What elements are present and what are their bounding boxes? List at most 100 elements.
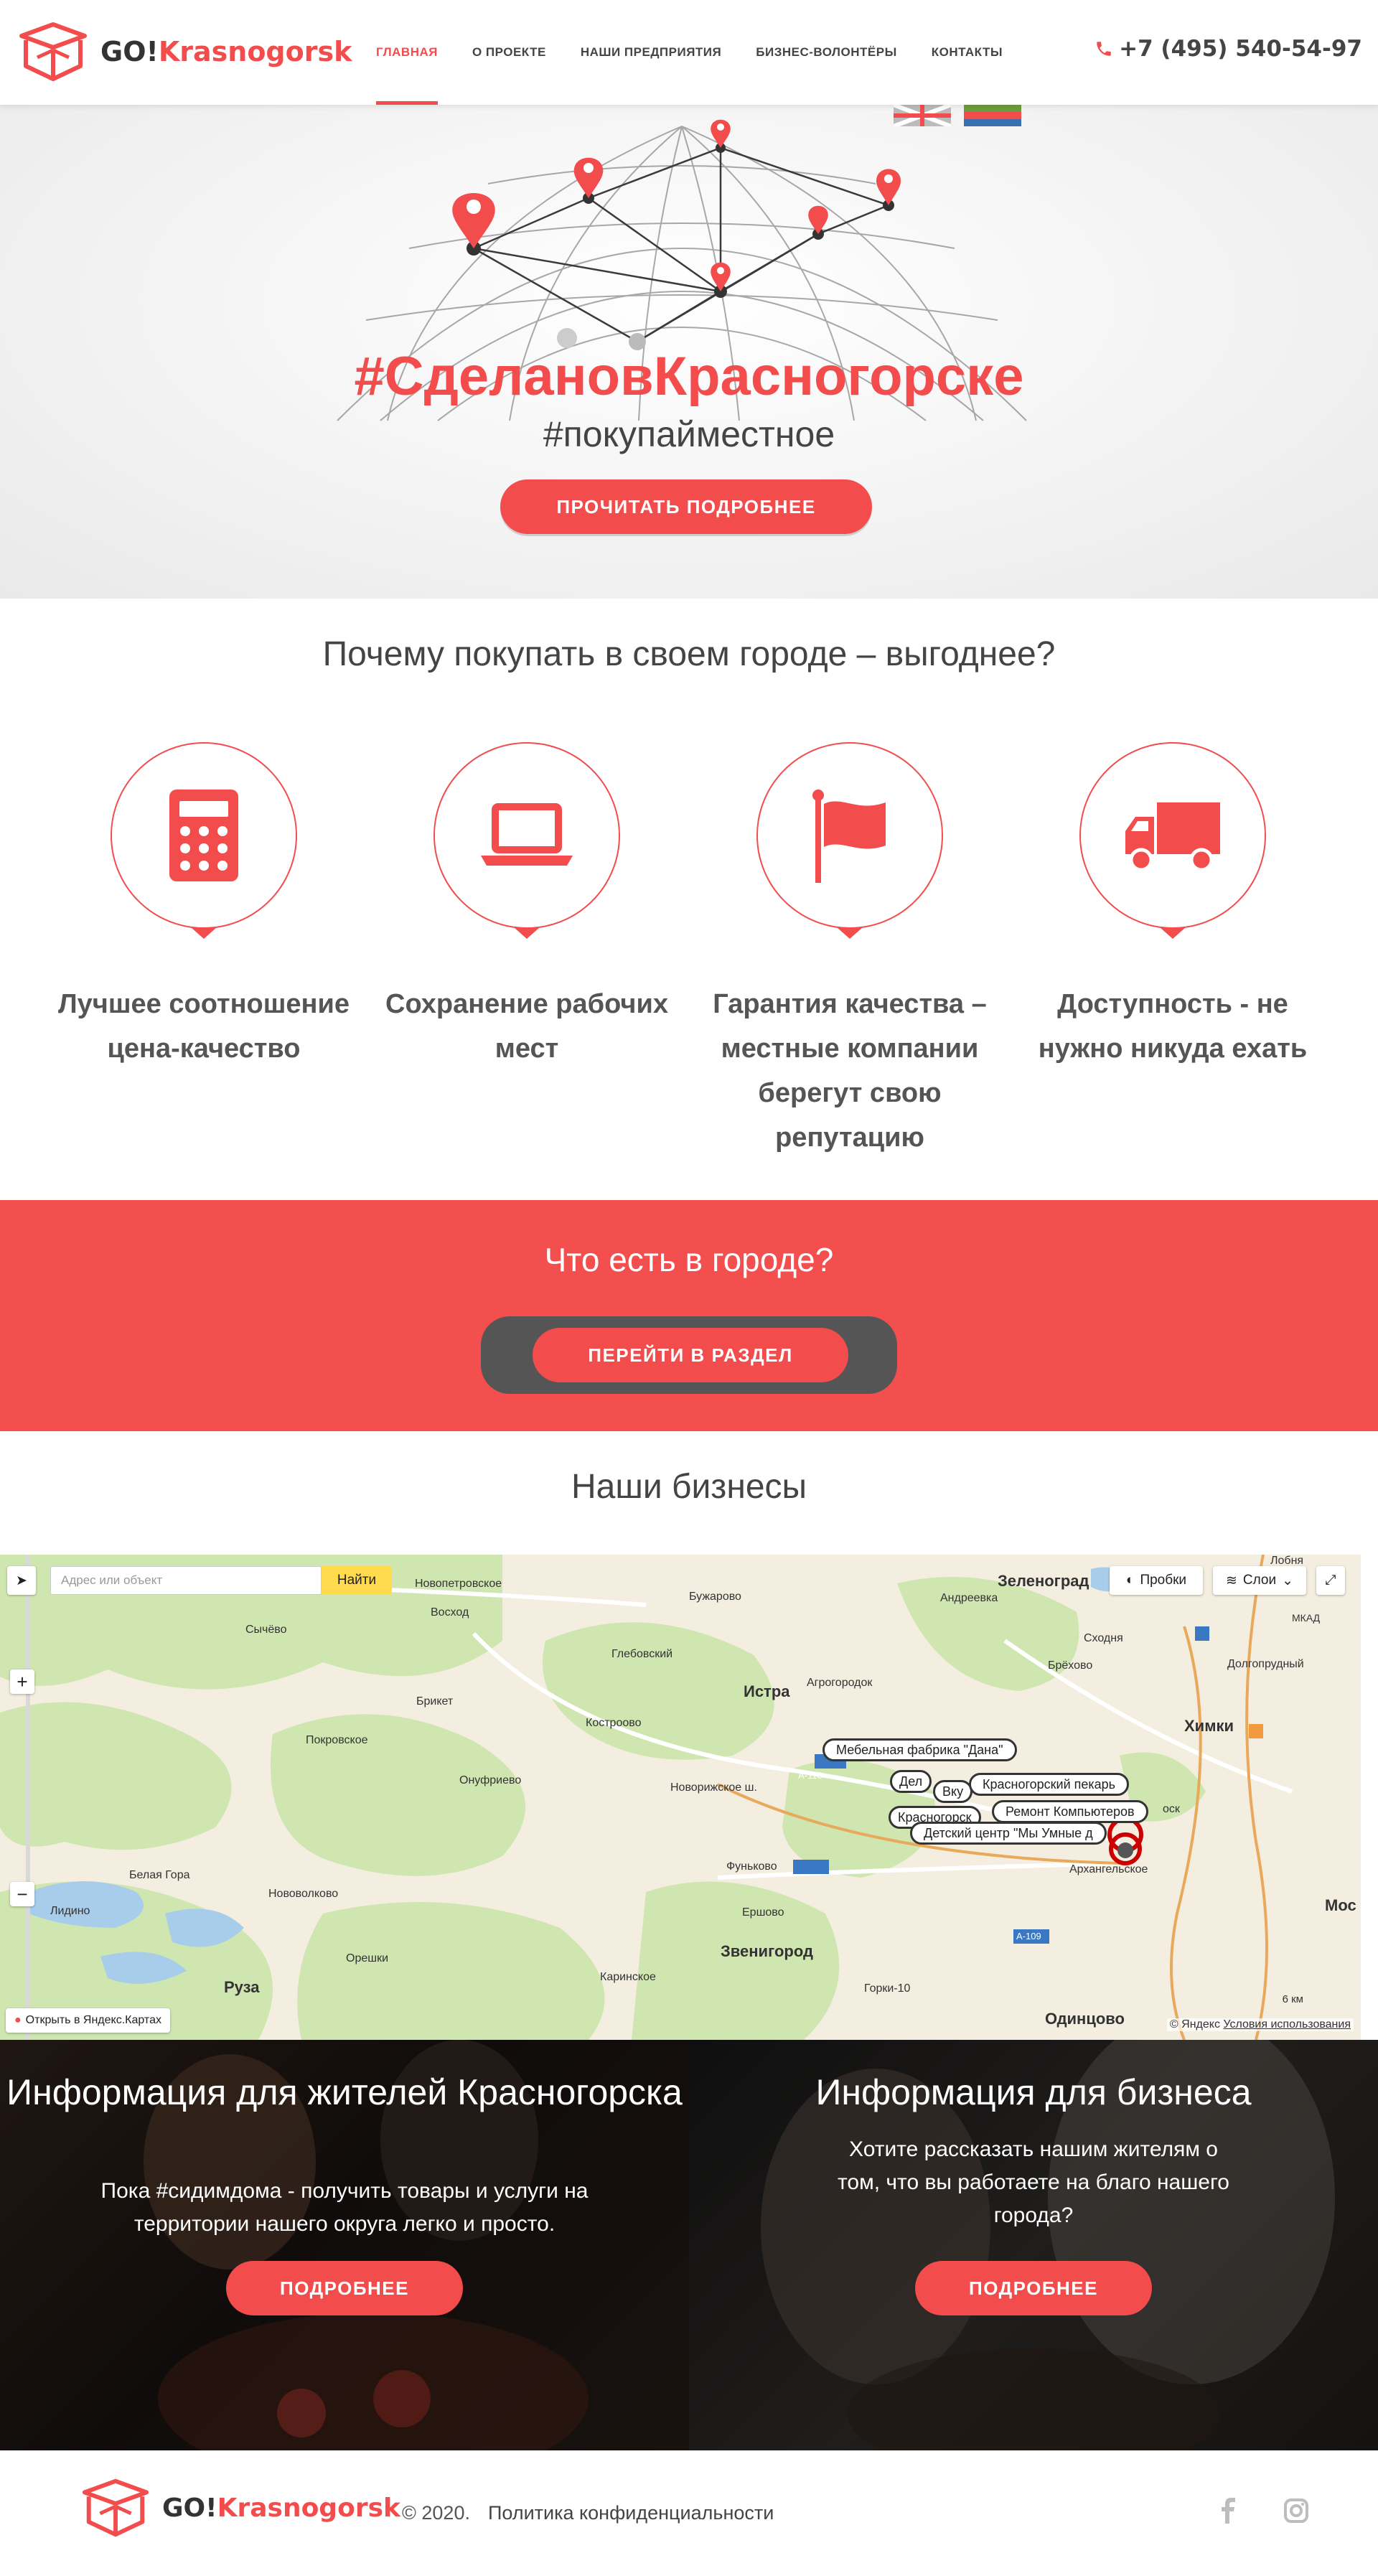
map-business-tag[interactable]: Дел <box>890 1770 932 1793</box>
map-place: оск <box>1163 1803 1180 1815</box>
map-place: Новорижское ш. <box>670 1781 757 1794</box>
map-place: Бужарово <box>689 1591 741 1603</box>
traffic-label: Пробки <box>1140 1573 1187 1588</box>
why-title: Почему покупать в своем городе – выгодне… <box>322 635 1056 673</box>
terms-link[interactable]: Условия использования <box>1223 2018 1351 2031</box>
traffic-button[interactable]: ◐ Пробки <box>1110 1566 1203 1595</box>
logo[interactable]: GO!Krasnogorsk <box>16 22 352 82</box>
business-map[interactable]: ➤ Адрес или объект Найти ◐ Пробки ≋ Слои ⌄ … <box>0 1555 1361 2040</box>
logo-city: Krasnogorsk <box>217 2493 400 2523</box>
feature-text: Гарантия качества – местные компании бер… <box>713 989 987 1153</box>
residents-panel: Информация для жителей Красногорска Пока… <box>0 2040 689 2450</box>
facebook-icon[interactable] <box>1213 2495 1245 2526</box>
footer-logo[interactable]: GO!Krasnogorsk <box>79 2478 400 2538</box>
laptop-icon <box>481 803 573 866</box>
uk-flag-icon[interactable] <box>894 105 951 126</box>
instagram-icon[interactable] <box>1280 2495 1312 2526</box>
map-find-button[interactable]: Найти <box>322 1566 392 1595</box>
site-footer: GO!Krasnogorsk © 2020. Политика конфиден… <box>0 2450 1378 2576</box>
map-search-input[interactable]: Адрес или объект <box>50 1566 322 1595</box>
map-place: Восход <box>431 1606 469 1619</box>
phone-number: +7 (495) 540-54-97 <box>1119 36 1362 62</box>
map-copyright: © Яндекс Условия использования <box>1166 2018 1354 2031</box>
locate-me-icon[interactable]: ➤ <box>7 1566 36 1595</box>
feature-price-quality: Лучшее соотношение цена-качество <box>53 742 355 1071</box>
map-place: Брикет <box>416 1695 454 1708</box>
logo-text: GO!Krasnogorsk <box>100 36 352 67</box>
truck-icon <box>1125 802 1220 872</box>
map-place: Белая Гора <box>129 1869 190 1881</box>
hero: #СделановКрасногорске #покупайместное ПР… <box>0 105 1378 599</box>
map-place: Сходня <box>1084 1632 1123 1644</box>
box-logo-icon <box>19 22 87 81</box>
copyright-text: © Яндекс <box>1169 2018 1220 2031</box>
residents-title: Информация для жителей Красногорска <box>6 2072 683 2112</box>
nav-item-home[interactable]: ГЛАВНАЯ <box>359 0 455 105</box>
privacy-policy-link[interactable]: Политика конфиденциальности <box>488 2502 774 2524</box>
map-business-tag[interactable]: Мебельная фабрика "Дана" <box>822 1738 1017 1761</box>
phone-icon <box>1097 42 1111 56</box>
logo-go: GO! <box>100 36 159 67</box>
nav-item-contacts[interactable]: КОНТАКТЫ <box>914 0 1020 105</box>
footer-copyright: © 2020. <box>402 2502 470 2524</box>
nav-item-volunteers[interactable]: БИЗНЕС-ВОЛОНТЁРЫ <box>739 0 914 105</box>
feature-circle <box>756 742 943 939</box>
fullscreen-icon[interactable]: ⤢ <box>1316 1566 1345 1595</box>
residents-text: Пока #сидимдома - получить товары и услу… <box>100 2179 589 2236</box>
logo-text: GO!Krasnogorsk <box>162 2493 400 2523</box>
map-place: Долгопрудный <box>1227 1658 1304 1670</box>
chevron-down-icon: ⌄ <box>1282 1573 1294 1588</box>
nav-item-companies[interactable]: НАШИ ПРЕДПРИЯТИЯ <box>563 0 739 105</box>
map-place: Нововолково <box>268 1888 339 1900</box>
layers-button[interactable]: ≋ Слои ⌄ <box>1213 1566 1306 1595</box>
map-place: Звенигород <box>721 1942 813 1960</box>
read-more-button[interactable]: ПРОЧИТАТЬ ПОДРОБНЕЕ <box>500 479 872 534</box>
map-business-tag[interactable]: Красногорский пекарь <box>969 1773 1130 1796</box>
map-place: Агрогородок <box>807 1677 873 1689</box>
banner-button-frame: ПЕРЕЙТИ В РАЗДЕЛ <box>481 1316 897 1394</box>
map-business-tag[interactable]: Вку <box>933 1780 973 1803</box>
map-scale: 6 км <box>1282 1993 1303 2005</box>
logo-go: GO! <box>162 2493 217 2523</box>
map-business-tag[interactable]: Ремонт Компьютеров <box>992 1800 1148 1823</box>
map-place: Зеленоград <box>998 1572 1089 1590</box>
go-to-section-button[interactable]: ПЕРЕЙТИ В РАЗДЕЛ <box>533 1328 848 1382</box>
calculator-icon <box>169 790 238 881</box>
business-title: Информация для бизнеса <box>815 2072 1252 2112</box>
russia-flag-icon[interactable] <box>964 105 1021 126</box>
zoom-in-button[interactable]: + <box>10 1669 34 1694</box>
business-more-button[interactable]: ПОДРОБНЕЕ <box>915 2261 1152 2315</box>
map-place: Истра <box>744 1682 790 1700</box>
instagram-glyph <box>1284 2498 1308 2523</box>
map-place: Лидино <box>50 1905 90 1917</box>
map-tiles <box>0 1555 1361 2040</box>
map-place: Орешки <box>346 1952 389 1964</box>
flag-icon <box>812 790 886 883</box>
open-in-yandex-maps-link[interactable]: ● Открыть в Яндекс.Картах <box>6 2008 170 2033</box>
traffic-icon: ◐ <box>1125 1573 1135 1588</box>
feature-circle <box>111 742 297 939</box>
map-place: Сычёво <box>245 1624 287 1636</box>
map-place: Каринское <box>600 1971 656 1983</box>
banner-title: Что есть в городе? <box>544 1241 834 1278</box>
facebook-glyph <box>1222 2498 1235 2524</box>
map-business-tag[interactable]: Детский центр "Мы Умные д <box>910 1822 1107 1845</box>
road-label: МКАД <box>1292 1612 1321 1624</box>
feature-jobs: Сохранение рабочих мест <box>376 742 678 1071</box>
site-header: GO!Krasnogorsk ГЛАВНАЯ О ПРОЕКТЕ НАШИ ПР… <box>0 0 1378 105</box>
feature-quality: Гарантия качества – местные компании бер… <box>699 742 1000 1160</box>
business-text: Хотите рассказать нашим жителям о том, ч… <box>838 2137 1229 2227</box>
residents-more-button[interactable]: ПОДРОБНЕЕ <box>226 2261 463 2315</box>
phone-link[interactable]: +7 (495) 540-54-97 <box>1095 36 1362 62</box>
feature-text: Сохранение рабочих мест <box>385 989 668 1064</box>
map-place: Глебовский <box>611 1648 673 1660</box>
map-place: Одинцово <box>1045 2010 1125 2028</box>
nav-item-about[interactable]: О ПРОЕКТЕ <box>455 0 563 105</box>
zoom-out-button[interactable]: − <box>10 1882 34 1906</box>
main-nav: ГЛАВНАЯ О ПРОЕКТЕ НАШИ ПРЕДПРИЯТИЯ БИЗНЕ… <box>359 0 1020 105</box>
hero-subtitle: #покупайместное <box>543 414 835 454</box>
business-panel: Информация для бизнеса Хотите рассказать… <box>689 2040 1378 2450</box>
feature-text: Лучшее соотношение цена-качество <box>58 989 350 1064</box>
map-pin-icon: ● <box>14 2014 22 2026</box>
feature-accessibility: Доступность - не нужно никуда ехать <box>1022 742 1323 1071</box>
